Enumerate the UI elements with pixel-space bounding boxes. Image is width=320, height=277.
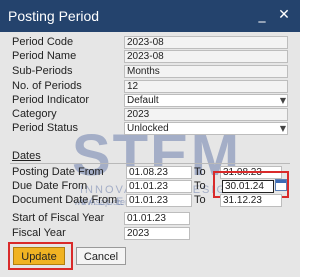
posting-date-to-label: To	[194, 166, 206, 178]
posting-date-from-field[interactable]: 01.08.23	[126, 166, 192, 179]
document-date-to-label: To	[194, 194, 206, 206]
period-indicator-value: Default	[127, 95, 159, 106]
due-date-to-label: To	[194, 180, 206, 192]
fiscal-year-label: Fiscal Year	[12, 227, 66, 239]
due-date-label: Due Date From	[12, 180, 88, 192]
period-status-select[interactable]: Unlocked ▼	[124, 122, 288, 135]
no-of-periods-label: No. of Periods	[12, 80, 82, 92]
due-date-from-field[interactable]: 01.01.23	[126, 180, 192, 193]
dialog-body: STEM INNOVATION • DESIGN • VALUE www.sap…	[0, 32, 300, 277]
no-of-periods-field[interactable]: 12	[124, 80, 288, 93]
period-status-value: Unlocked	[127, 123, 169, 134]
document-date-label: Document Date From	[12, 194, 118, 206]
period-name-label: Period Name	[12, 50, 77, 62]
period-indicator-select[interactable]: Default ▼	[124, 94, 288, 107]
start-fiscal-year-label: Start of Fiscal Year	[12, 212, 105, 224]
document-date-to-field[interactable]: 31.12.23	[220, 194, 282, 207]
update-highlight	[8, 242, 73, 270]
chevron-down-icon[interactable]: ▼	[280, 123, 286, 134]
fiscal-year-field[interactable]: 2023	[124, 227, 190, 240]
title-bar: Posting Period _ ✕	[0, 0, 300, 32]
sub-periods-label: Sub-Periods	[12, 65, 73, 77]
minimize-button[interactable]: _	[254, 7, 270, 23]
category-field[interactable]: 2023	[124, 108, 288, 121]
dates-divider	[10, 163, 290, 164]
category-label: Category	[12, 108, 57, 120]
period-indicator-label: Period Indicator	[12, 94, 90, 106]
start-fiscal-year-field[interactable]: 01.01.23	[124, 212, 190, 225]
period-code-label: Period Code	[12, 36, 74, 48]
sub-periods-field[interactable]: Months	[124, 65, 288, 78]
chevron-down-icon[interactable]: ▼	[280, 95, 286, 106]
close-button[interactable]: ✕	[276, 7, 292, 23]
cancel-button[interactable]: Cancel	[76, 247, 126, 265]
document-date-from-field[interactable]: 01.01.23	[126, 194, 192, 207]
period-status-label: Period Status	[12, 122, 79, 134]
period-name-field[interactable]: 2023-08	[124, 50, 288, 63]
posting-date-label: Posting Date From	[12, 166, 104, 178]
dates-section-label: Dates	[12, 150, 41, 162]
period-code-field[interactable]: 2023-08	[124, 36, 288, 49]
window-title: Posting Period	[8, 8, 100, 24]
